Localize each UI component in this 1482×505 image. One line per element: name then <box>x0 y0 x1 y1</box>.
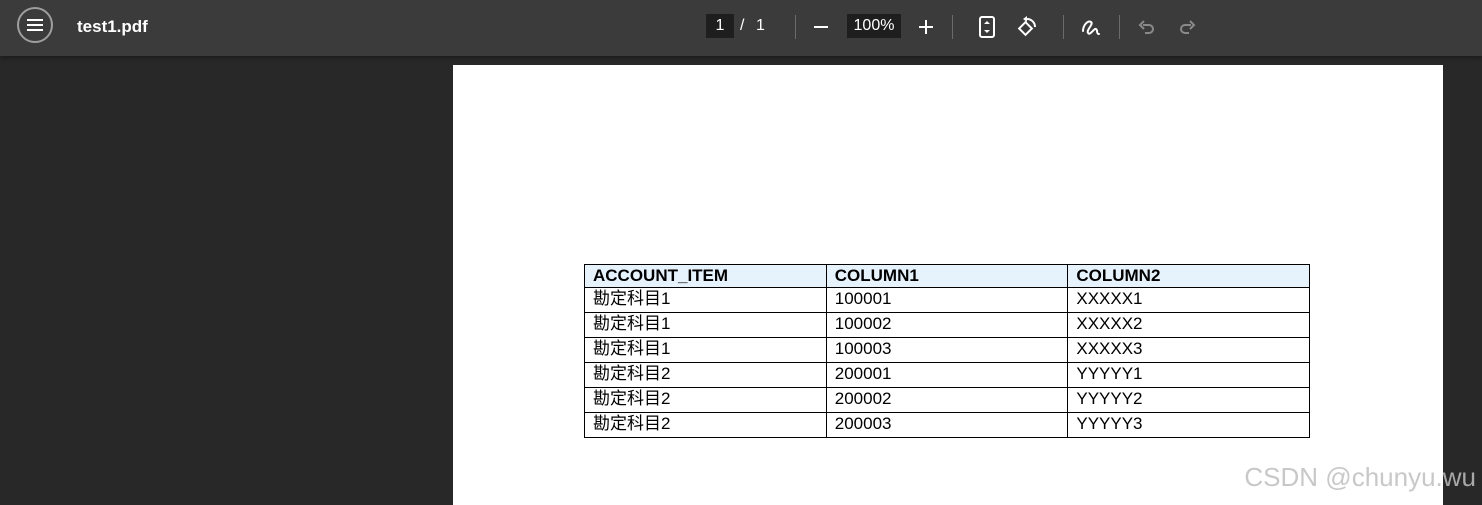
table-cell: 200002 <box>825 387 1069 413</box>
table-row: 勘定科目2 200003 YYYYY3 <box>584 412 1310 438</box>
data-table: ACCOUNT_ITEM COLUMN1 COLUMN2 勘定科目1 10000… <box>584 264 1310 438</box>
toolbar-divider <box>795 15 796 39</box>
table-cell: XXXXX3 <box>1067 337 1310 363</box>
table-cell: 200003 <box>825 412 1069 438</box>
toolbar-divider <box>1119 15 1120 39</box>
page-number-input[interactable]: 1 <box>706 14 734 38</box>
table-cell: 勘定科目1 <box>584 287 827 313</box>
table-row: 勘定科目2 200002 YYYYY2 <box>584 387 1310 413</box>
fit-page-button[interactable] <box>974 14 1000 40</box>
watermark: CSDN @chunyu.wu <box>1244 462 1476 492</box>
minus-icon <box>814 26 828 28</box>
table-cell: 勘定科目2 <box>584 362 827 388</box>
annotate-button[interactable] <box>1078 14 1104 40</box>
menu-button[interactable] <box>17 7 53 43</box>
table-cell: XXXXX1 <box>1067 287 1310 313</box>
table-cell: 勘定科目2 <box>584 387 827 413</box>
redo-icon <box>1180 20 1196 34</box>
pdf-page: ACCOUNT_ITEM COLUMN1 COLUMN2 勘定科目1 10000… <box>453 65 1443 505</box>
zoom-out-button[interactable] <box>808 14 834 40</box>
table-cell: 100002 <box>825 312 1069 338</box>
table-row: 勘定科目1 100001 XXXXX1 <box>584 287 1310 313</box>
zoom-in-button[interactable] <box>913 14 939 40</box>
page-total: 1 <box>756 17 765 34</box>
redo-button[interactable] <box>1174 14 1200 40</box>
table-cell: 100001 <box>825 287 1069 313</box>
rotate-button[interactable] <box>1014 14 1040 40</box>
table-row: 勘定科目1 100003 XXXXX3 <box>584 337 1310 363</box>
undo-button[interactable] <box>1134 14 1160 40</box>
toolbar-divider <box>952 15 953 39</box>
table-cell: 勘定科目1 <box>584 312 827 338</box>
undo-icon <box>1138 20 1154 34</box>
table-cell: XXXXX2 <box>1067 312 1310 338</box>
table-cell: 200001 <box>825 362 1069 388</box>
menu-icon <box>27 19 43 31</box>
table-row: 勘定科目1 100002 XXXXX2 <box>584 312 1310 338</box>
table-header-row: ACCOUNT_ITEM COLUMN1 COLUMN2 <box>584 264 1310 288</box>
table-header-cell: ACCOUNT_ITEM <box>584 264 827 288</box>
table-row: 勘定科目2 200001 YYYYY1 <box>584 362 1310 388</box>
table-cell: YYYYY1 <box>1067 362 1310 388</box>
zoom-input[interactable]: 100% <box>847 14 901 38</box>
pdf-toolbar: test1.pdf 1 / 1 100% <box>0 0 1482 56</box>
table-cell: YYYYY3 <box>1067 412 1310 438</box>
table-cell: 勘定科目1 <box>584 337 827 363</box>
fit-page-icon <box>979 16 995 38</box>
document-title: test1.pdf <box>77 17 148 36</box>
table-header-cell: COLUMN1 <box>825 264 1069 288</box>
pen-icon <box>1082 20 1100 35</box>
rotate-icon <box>1017 16 1036 37</box>
table-cell: YYYYY2 <box>1067 387 1310 413</box>
table-header-cell: COLUMN2 <box>1067 264 1310 288</box>
page-separator: / <box>740 17 745 34</box>
table-cell: 勘定科目2 <box>584 412 827 438</box>
table-cell: 100003 <box>825 337 1069 363</box>
toolbar-divider <box>1063 15 1064 39</box>
plus-icon <box>919 20 933 34</box>
